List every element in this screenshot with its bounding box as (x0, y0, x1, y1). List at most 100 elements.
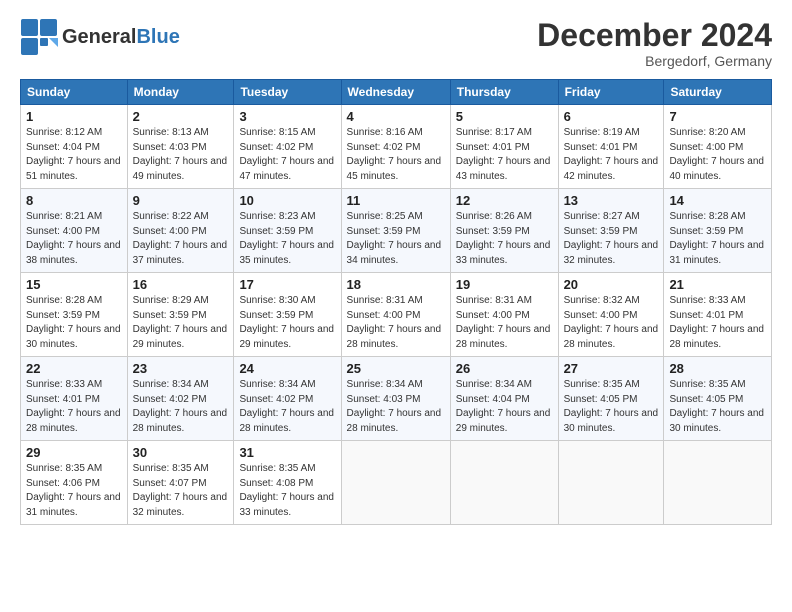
table-row: 2 Sunrise: 8:13 AM Sunset: 4:03 PM Dayli… (127, 105, 234, 189)
day-number: 7 (669, 109, 766, 124)
sunrise-text: Sunrise: 8:33 AM (26, 379, 102, 390)
sunrise-text: Sunrise: 8:19 AM (564, 127, 640, 138)
day-info: Sunrise: 8:35 AM Sunset: 4:06 PM Dayligh… (26, 462, 122, 520)
sunrise-text: Sunrise: 8:16 AM (347, 127, 423, 138)
calendar-page: GeneralBlue December 2024 Bergedorf, Ger… (0, 0, 792, 535)
daylight-text: Daylight: 7 hours and 49 minutes. (133, 156, 228, 182)
calendar-week-row: 15 Sunrise: 8:28 AM Sunset: 3:59 PM Dayl… (21, 273, 772, 357)
daylight-text: Daylight: 7 hours and 29 minutes. (239, 324, 334, 350)
daylight-text: Daylight: 7 hours and 28 minutes. (564, 324, 659, 350)
day-number: 31 (239, 445, 335, 460)
day-number: 30 (133, 445, 229, 460)
sunset-text: Sunset: 4:07 PM (133, 478, 207, 489)
sunrise-text: Sunrise: 8:35 AM (669, 379, 745, 390)
daylight-text: Daylight: 7 hours and 31 minutes. (669, 240, 764, 266)
sunset-text: Sunset: 4:00 PM (456, 310, 530, 321)
logo: GeneralBlue (20, 18, 180, 56)
day-number: 28 (669, 361, 766, 376)
sunset-text: Sunset: 3:59 PM (239, 226, 313, 237)
logo-general: General (62, 26, 136, 48)
sunrise-text: Sunrise: 8:26 AM (456, 211, 532, 222)
sunrise-text: Sunrise: 8:31 AM (456, 295, 532, 306)
calendar-week-row: 22 Sunrise: 8:33 AM Sunset: 4:01 PM Dayl… (21, 357, 772, 441)
day-number: 3 (239, 109, 335, 124)
month-title: December 2024 (537, 18, 772, 53)
table-row: 19 Sunrise: 8:31 AM Sunset: 4:00 PM Dayl… (450, 273, 558, 357)
sunrise-text: Sunrise: 8:35 AM (133, 463, 209, 474)
day-number: 18 (347, 277, 445, 292)
sunrise-text: Sunrise: 8:20 AM (669, 127, 745, 138)
day-number: 4 (347, 109, 445, 124)
sunset-text: Sunset: 3:59 PM (239, 310, 313, 321)
sunset-text: Sunset: 4:04 PM (26, 142, 100, 153)
day-info: Sunrise: 8:33 AM Sunset: 4:01 PM Dayligh… (669, 294, 766, 352)
day-number: 23 (133, 361, 229, 376)
sunrise-text: Sunrise: 8:25 AM (347, 211, 423, 222)
day-info: Sunrise: 8:32 AM Sunset: 4:00 PM Dayligh… (564, 294, 659, 352)
day-number: 8 (26, 193, 122, 208)
day-info: Sunrise: 8:35 AM Sunset: 4:07 PM Dayligh… (133, 462, 229, 520)
sunrise-text: Sunrise: 8:28 AM (26, 295, 102, 306)
day-info: Sunrise: 8:15 AM Sunset: 4:02 PM Dayligh… (239, 126, 335, 184)
page-header: GeneralBlue December 2024 Bergedorf, Ger… (20, 18, 772, 69)
sunset-text: Sunset: 4:03 PM (347, 394, 421, 405)
day-info: Sunrise: 8:33 AM Sunset: 4:01 PM Dayligh… (26, 378, 122, 436)
table-row: 27 Sunrise: 8:35 AM Sunset: 4:05 PM Dayl… (558, 357, 664, 441)
col-tuesday: Tuesday (234, 80, 341, 105)
daylight-text: Daylight: 7 hours and 31 minutes. (26, 492, 121, 518)
day-number: 5 (456, 109, 553, 124)
sunrise-text: Sunrise: 8:21 AM (26, 211, 102, 222)
sunset-text: Sunset: 4:02 PM (347, 142, 421, 153)
day-info: Sunrise: 8:20 AM Sunset: 4:00 PM Dayligh… (669, 126, 766, 184)
table-row: 30 Sunrise: 8:35 AM Sunset: 4:07 PM Dayl… (127, 441, 234, 525)
sunset-text: Sunset: 4:05 PM (669, 394, 743, 405)
daylight-text: Daylight: 7 hours and 35 minutes. (239, 240, 334, 266)
sunset-text: Sunset: 4:01 PM (26, 394, 100, 405)
day-info: Sunrise: 8:13 AM Sunset: 4:03 PM Dayligh… (133, 126, 229, 184)
sunrise-text: Sunrise: 8:28 AM (669, 211, 745, 222)
table-row (664, 441, 772, 525)
sunrise-text: Sunrise: 8:34 AM (133, 379, 209, 390)
daylight-text: Daylight: 7 hours and 32 minutes. (133, 492, 228, 518)
location: Bergedorf, Germany (537, 53, 772, 69)
sunrise-text: Sunrise: 8:29 AM (133, 295, 209, 306)
sunset-text: Sunset: 4:04 PM (456, 394, 530, 405)
daylight-text: Daylight: 7 hours and 29 minutes. (456, 408, 551, 434)
col-monday: Monday (127, 80, 234, 105)
sunrise-text: Sunrise: 8:32 AM (564, 295, 640, 306)
sunset-text: Sunset: 4:03 PM (133, 142, 207, 153)
sunset-text: Sunset: 3:59 PM (669, 226, 743, 237)
table-row: 14 Sunrise: 8:28 AM Sunset: 3:59 PM Dayl… (664, 189, 772, 273)
day-info: Sunrise: 8:22 AM Sunset: 4:00 PM Dayligh… (133, 210, 229, 268)
sunset-text: Sunset: 3:59 PM (564, 226, 638, 237)
sunset-text: Sunset: 4:00 PM (133, 226, 207, 237)
calendar-week-row: 1 Sunrise: 8:12 AM Sunset: 4:04 PM Dayli… (21, 105, 772, 189)
sunrise-text: Sunrise: 8:27 AM (564, 211, 640, 222)
day-info: Sunrise: 8:35 AM Sunset: 4:05 PM Dayligh… (564, 378, 659, 436)
daylight-text: Daylight: 7 hours and 28 minutes. (669, 324, 764, 350)
table-row (341, 441, 450, 525)
day-info: Sunrise: 8:34 AM Sunset: 4:02 PM Dayligh… (133, 378, 229, 436)
table-row: 1 Sunrise: 8:12 AM Sunset: 4:04 PM Dayli… (21, 105, 128, 189)
table-row: 28 Sunrise: 8:35 AM Sunset: 4:05 PM Dayl… (664, 357, 772, 441)
table-row: 21 Sunrise: 8:33 AM Sunset: 4:01 PM Dayl… (664, 273, 772, 357)
daylight-text: Daylight: 7 hours and 30 minutes. (669, 408, 764, 434)
day-number: 29 (26, 445, 122, 460)
day-number: 26 (456, 361, 553, 376)
day-number: 27 (564, 361, 659, 376)
table-row: 29 Sunrise: 8:35 AM Sunset: 4:06 PM Dayl… (21, 441, 128, 525)
table-row (558, 441, 664, 525)
daylight-text: Daylight: 7 hours and 28 minutes. (347, 408, 442, 434)
table-row: 5 Sunrise: 8:17 AM Sunset: 4:01 PM Dayli… (450, 105, 558, 189)
calendar-header-row: Sunday Monday Tuesday Wednesday Thursday… (21, 80, 772, 105)
daylight-text: Daylight: 7 hours and 37 minutes. (133, 240, 228, 266)
day-info: Sunrise: 8:27 AM Sunset: 3:59 PM Dayligh… (564, 210, 659, 268)
day-info: Sunrise: 8:19 AM Sunset: 4:01 PM Dayligh… (564, 126, 659, 184)
table-row: 8 Sunrise: 8:21 AM Sunset: 4:00 PM Dayli… (21, 189, 128, 273)
day-info: Sunrise: 8:29 AM Sunset: 3:59 PM Dayligh… (133, 294, 229, 352)
day-number: 6 (564, 109, 659, 124)
table-row: 6 Sunrise: 8:19 AM Sunset: 4:01 PM Dayli… (558, 105, 664, 189)
sunset-text: Sunset: 4:05 PM (564, 394, 638, 405)
day-number: 11 (347, 193, 445, 208)
table-row: 3 Sunrise: 8:15 AM Sunset: 4:02 PM Dayli… (234, 105, 341, 189)
